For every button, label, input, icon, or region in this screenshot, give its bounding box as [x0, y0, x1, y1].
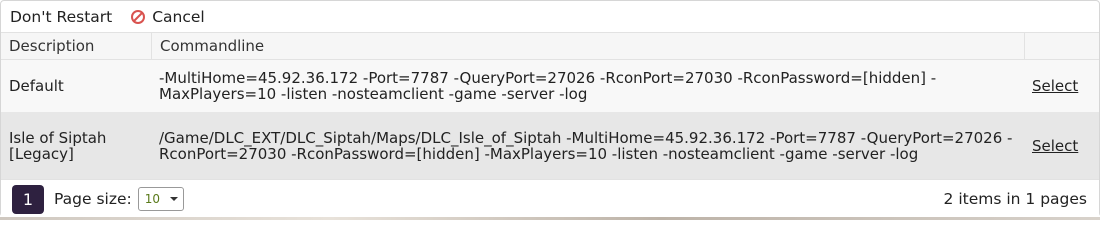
pager-info: 2 items in 1 pages — [943, 190, 1087, 208]
table-row: Isle of Siptah [Legacy] /Game/DLC_EXT/DL… — [1, 112, 1099, 179]
select-link-cell: Select — [1025, 60, 1099, 112]
row-description: Isle of Siptah [Legacy] — [9, 128, 107, 163]
restart-dialog: Don't Restart Cancel Description Command… — [0, 0, 1100, 218]
header-description[interactable]: Description — [1, 33, 152, 59]
page-size-value: 10 — [144, 192, 161, 206]
row-commandline: /Game/DLC_EXT/DLC_Siptah/Maps/DLC_Isle_o… — [159, 128, 1013, 163]
select-link[interactable]: Select — [1032, 78, 1078, 94]
cancel-icon — [131, 9, 146, 24]
table-row: Default -MultiHome=45.92.36.172 -Port=77… — [1, 60, 1099, 112]
row-commandline: -MultiHome=45.92.36.172 -Port=7787 -Quer… — [159, 69, 937, 103]
page-size-select[interactable]: 10 — [137, 187, 184, 211]
page-size-label: Page size: — [54, 190, 132, 208]
header-commandline[interactable]: Commandline — [152, 33, 1025, 59]
dont-restart-label: Don't Restart — [10, 7, 113, 26]
cancel-button[interactable]: Cancel — [131, 8, 205, 26]
select-link-cell: Select — [1025, 112, 1099, 179]
background-strip — [0, 217, 1100, 220]
toolbar: Don't Restart Cancel — [1, 1, 1099, 33]
grid-header: Description Commandline — [1, 33, 1099, 60]
dont-restart-button[interactable]: Don't Restart — [10, 8, 112, 26]
row-description: Default — [9, 77, 64, 95]
commandline-grid: Description Commandline Default -MultiHo… — [1, 33, 1099, 179]
select-link[interactable]: Select — [1032, 138, 1078, 154]
header-action — [1025, 33, 1099, 59]
page-button-current[interactable]: 1 — [12, 184, 44, 214]
pager: 1 Page size: 10 2 items in 1 pages — [1, 179, 1099, 218]
cancel-label: Cancel — [152, 7, 205, 26]
chevron-down-icon — [169, 197, 178, 201]
